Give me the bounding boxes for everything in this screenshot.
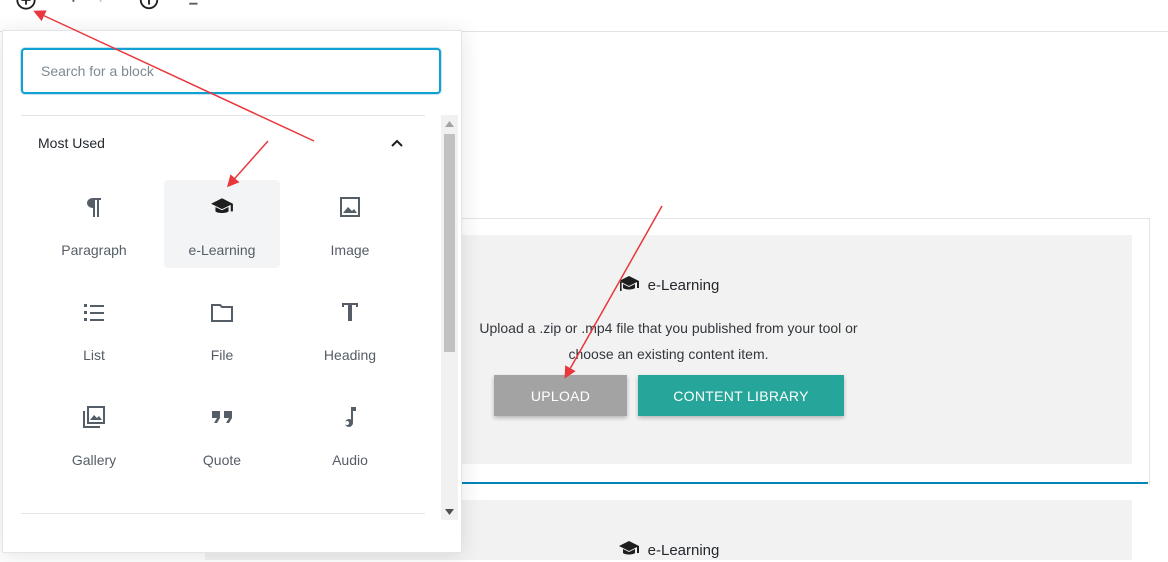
editor-toolbar xyxy=(0,0,1168,32)
upload-button[interactable]: UPLOAD xyxy=(494,375,627,416)
block-item-audio[interactable]: Audio xyxy=(292,390,408,478)
scroll-up-arrow-icon[interactable] xyxy=(441,115,458,132)
block-item-label: File xyxy=(210,347,234,363)
chevron-up-icon[interactable] xyxy=(389,135,405,151)
graduation-cap-icon xyxy=(618,540,640,562)
block-item-heading[interactable]: Heading xyxy=(292,285,408,373)
divider xyxy=(21,115,425,116)
block-item-label: List xyxy=(83,347,105,363)
block-search-input[interactable] xyxy=(21,48,441,94)
info-icon[interactable] xyxy=(137,0,161,12)
block-item-paragraph[interactable]: Paragraph xyxy=(36,180,152,268)
block-item-label: Quote xyxy=(202,452,242,468)
block-item-gallery[interactable]: Gallery xyxy=(36,390,152,478)
undo-icon[interactable] xyxy=(56,0,80,12)
graduation-cap-icon xyxy=(618,275,640,297)
redo-icon[interactable] xyxy=(94,0,118,12)
quote-icon xyxy=(164,404,280,430)
block-item-label: Image xyxy=(330,242,370,258)
scroll-down-arrow-icon[interactable] xyxy=(441,503,458,520)
block-item-label: Gallery xyxy=(71,452,117,468)
add-block-icon[interactable] xyxy=(14,0,38,12)
graduation-cap-icon xyxy=(164,194,280,220)
block-inserter-popover: Most Used Paragraph e-Learning Image xyxy=(2,30,462,553)
most-used-panel-title[interactable]: Most Used xyxy=(38,135,105,151)
block-navigation-icon[interactable] xyxy=(180,0,204,12)
content-library-button[interactable]: CONTENT LIBRARY xyxy=(638,375,844,416)
divider xyxy=(21,513,425,514)
block-item-list[interactable]: List xyxy=(36,285,152,373)
block-item-label: e-Learning xyxy=(188,242,256,258)
block-item-quote[interactable]: Quote xyxy=(164,390,280,478)
list-icon xyxy=(36,299,152,325)
gallery-icon xyxy=(36,404,152,430)
block-item-label: Audio xyxy=(332,452,368,468)
block-item-label: Paragraph xyxy=(61,242,127,258)
block-item-image[interactable]: Image xyxy=(292,180,408,268)
audio-icon xyxy=(292,404,408,430)
folder-icon xyxy=(164,299,280,325)
block-item-elearning[interactable]: e-Learning xyxy=(164,180,280,268)
inserter-scrollbar[interactable] xyxy=(441,115,458,520)
block-item-file[interactable]: File xyxy=(164,285,280,373)
paragraph-icon xyxy=(36,194,152,220)
heading-icon xyxy=(292,299,408,325)
elearning-title-text: e-Learning xyxy=(647,277,720,294)
scrollbar-thumb[interactable] xyxy=(444,134,455,352)
block-item-label: Heading xyxy=(323,347,377,363)
image-icon xyxy=(292,194,408,220)
